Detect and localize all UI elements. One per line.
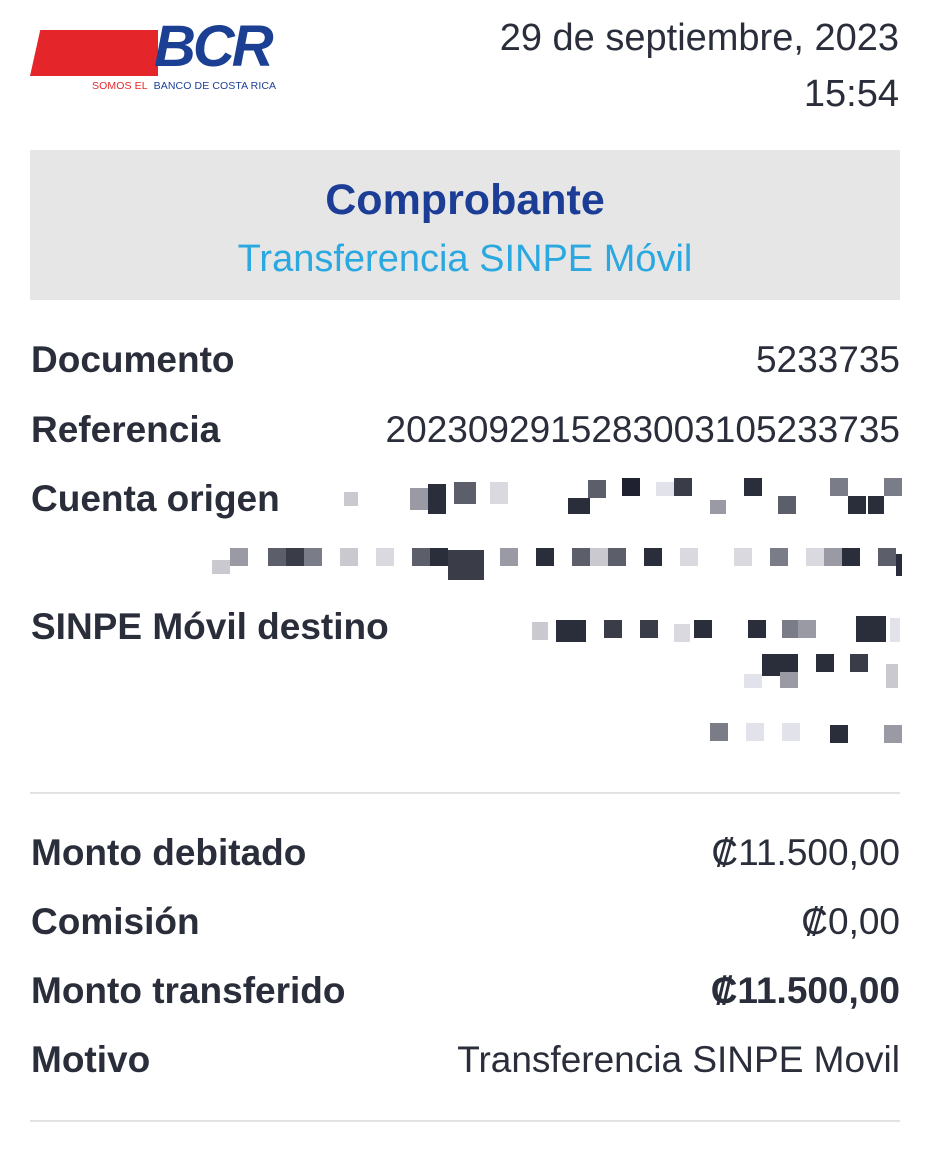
receipt-date: 29 de septiembre, 2023 <box>499 17 899 59</box>
monto-debitado-label: Monto debitado <box>31 832 307 873</box>
monto-transferido-row: Monto transferido ₡11.500,00 <box>31 966 900 1016</box>
monto-debitado-value: ₡11.500,00 <box>711 832 900 873</box>
redacted-cuenta-origen-1 <box>340 478 902 518</box>
redacted-cuenta-origen-2 <box>210 540 902 582</box>
monto-transferido-label: Monto transferido <box>31 970 346 1011</box>
referencia-label: Referencia <box>31 409 221 450</box>
documento-value: 5233735 <box>755 339 900 380</box>
cuenta-origen-label: Cuenta origen <box>31 478 280 519</box>
divider-bottom <box>30 1120 900 1122</box>
logo-tag-left: SOMOS EL <box>92 80 148 92</box>
referencia-value: 2023092915283003105233735 <box>385 409 900 450</box>
page-title: Comprobante <box>325 176 605 224</box>
logo-text: BCR <box>154 14 274 79</box>
receipt-time: 15:54 <box>803 73 899 115</box>
redacted-sinpe-destino-2 <box>740 650 902 692</box>
comision-value: ₡0,00 <box>801 901 900 942</box>
documento-row: Documento 5233735 <box>31 335 900 385</box>
divider-top <box>30 792 900 794</box>
redacted-sinpe-destino-3 <box>700 715 902 757</box>
logo-red-bar <box>30 30 158 76</box>
bcr-logo: BCR SOMOS EL BANCO DE COSTA RICA <box>30 18 276 98</box>
sinpe-destino-label: SINPE Móvil destino <box>31 606 389 647</box>
motivo-label: Motivo <box>31 1039 151 1080</box>
comision-label: Comisión <box>31 901 200 942</box>
receipt-datetime: 29 de septiembre, 2023 15:54 <box>500 10 899 122</box>
documento-label: Documento <box>31 339 235 380</box>
motivo-row: Motivo Transferencia SINPE Movil <box>31 1035 900 1085</box>
title-box: Comprobante Transferencia SINPE Móvil <box>30 150 900 300</box>
logo-tagline: SOMOS EL BANCO DE COSTA RICA <box>92 80 276 92</box>
monto-debitado-row: Monto debitado ₡11.500,00 <box>31 828 900 878</box>
page-subtitle: Transferencia SINPE Móvil <box>237 238 693 280</box>
comision-row: Comisión ₡0,00 <box>31 897 900 947</box>
referencia-row: Referencia 2023092915283003105233735 <box>31 405 900 455</box>
redacted-sinpe-destino-1 <box>530 610 902 646</box>
monto-transferido-value: ₡11.500,00 <box>710 970 900 1011</box>
motivo-value: Transferencia SINPE Movil <box>457 1039 900 1080</box>
logo-tag-right: BANCO DE COSTA RICA <box>153 80 277 92</box>
